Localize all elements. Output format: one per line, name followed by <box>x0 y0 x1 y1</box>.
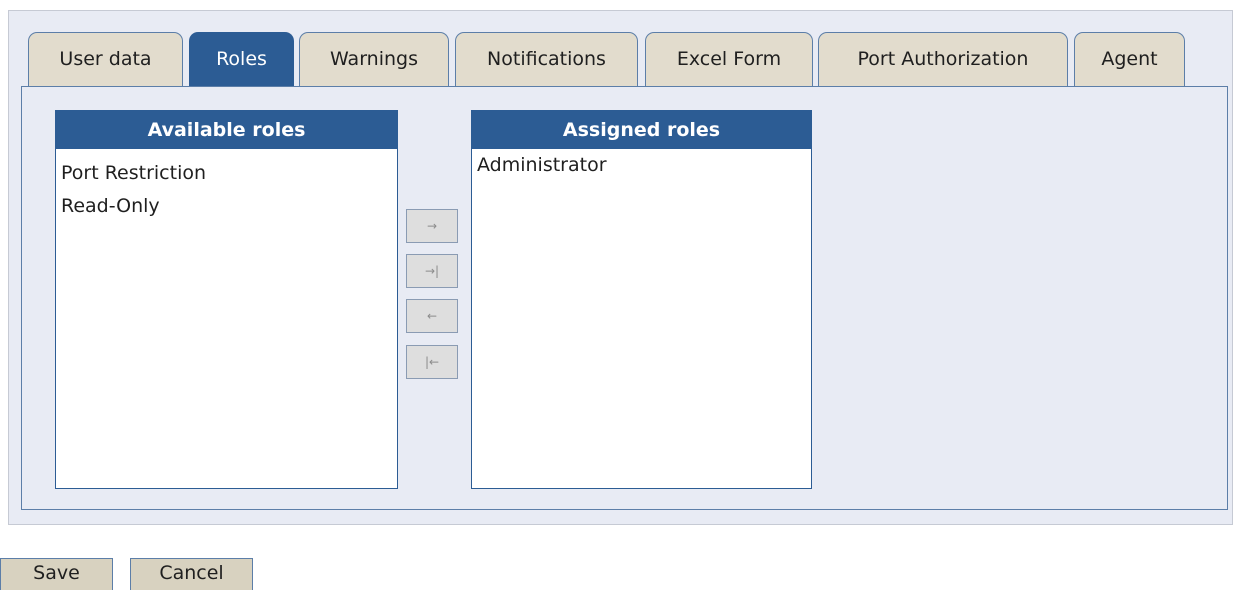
tab-port-authorization[interactable]: Port Authorization <box>818 32 1068 87</box>
tab-user-data[interactable]: User data <box>28 32 183 87</box>
add-all-roles-button[interactable]: →| <box>406 254 458 288</box>
list-item[interactable]: Administrator <box>472 149 811 182</box>
tab-excel-form[interactable]: Excel Form <box>645 32 813 87</box>
tab-warnings[interactable]: Warnings <box>299 32 449 87</box>
assigned-roles-header: Assigned roles <box>472 111 811 149</box>
assigned-roles-list[interactable]: Assigned roles Administrator <box>471 110 812 489</box>
remove-all-roles-button[interactable]: |← <box>406 345 458 379</box>
list-item[interactable]: Read-Only <box>56 190 397 223</box>
save-button[interactable]: Save <box>0 558 113 590</box>
available-roles-header: Available roles <box>56 111 397 149</box>
available-roles-list[interactable]: Available roles Port Restriction Read-On… <box>55 110 398 489</box>
cancel-button[interactable]: Cancel <box>130 558 253 590</box>
tab-roles[interactable]: Roles <box>189 32 294 87</box>
tab-notifications[interactable]: Notifications <box>455 32 638 87</box>
add-role-button[interactable]: → <box>406 209 458 243</box>
tab-agent[interactable]: Agent <box>1074 32 1185 87</box>
list-item[interactable]: Port Restriction <box>56 157 397 190</box>
remove-role-button[interactable]: ← <box>406 299 458 333</box>
